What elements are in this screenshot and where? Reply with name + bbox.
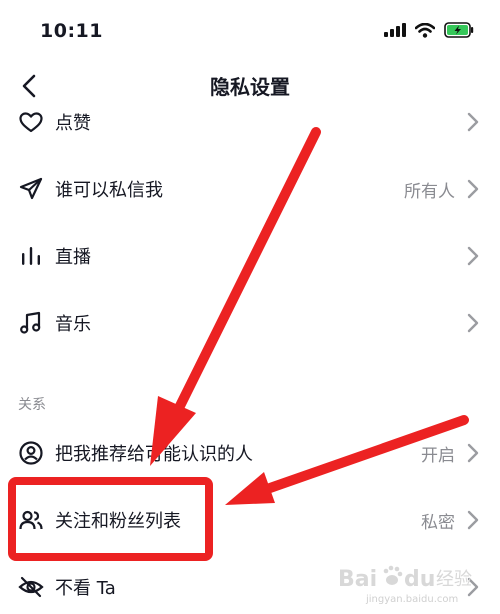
setting-row-following-followers[interactable]: 关注和粉丝列表 私密 — [0, 491, 500, 547]
section-header-relations: 关系 — [18, 397, 46, 413]
setting-value: 私密 — [421, 513, 455, 533]
chevron-right-icon — [467, 179, 479, 199]
setting-label: 谁可以私信我 — [55, 180, 163, 201]
chevron-right-icon — [467, 443, 479, 463]
send-icon — [19, 177, 43, 200]
chevron-right-icon — [467, 246, 479, 266]
chevron-right-icon — [467, 577, 479, 597]
setting-label: 把我推荐给可能认识的人 — [55, 444, 253, 465]
chevron-right-icon — [467, 510, 479, 530]
status-time: 10:11 — [40, 20, 103, 42]
signal-icon — [384, 23, 406, 37]
setting-row-likes[interactable]: 点赞 — [0, 93, 500, 149]
setting-value: 所有人 — [404, 182, 455, 202]
chevron-right-icon — [467, 112, 479, 132]
wifi-icon — [415, 22, 435, 38]
live-bars-icon — [22, 247, 40, 265]
setting-row-direct-messages[interactable]: 谁可以私信我 所有人 — [0, 160, 500, 216]
setting-row-live[interactable]: 直播 — [0, 227, 500, 283]
setting-row-music[interactable]: 音乐 — [0, 294, 500, 350]
setting-row-hide-from[interactable]: 不看 Ta — [0, 558, 500, 614]
users-icon — [19, 510, 43, 530]
setting-label: 关注和粉丝列表 — [55, 511, 181, 532]
status-icons — [384, 22, 474, 38]
setting-value: 开启 — [421, 446, 455, 466]
setting-label: 直播 — [55, 247, 91, 268]
chevron-right-icon — [467, 313, 479, 333]
user-circle-icon — [19, 441, 43, 465]
battery-charging-icon — [444, 22, 474, 38]
heart-icon — [19, 112, 43, 133]
status-bar: 10:11 — [0, 0, 500, 60]
eye-off-icon — [18, 576, 44, 598]
music-note-icon — [20, 311, 41, 334]
setting-label: 不看 Ta — [55, 578, 116, 599]
setting-row-recommend-me[interactable]: 把我推荐给可能认识的人 开启 — [0, 424, 500, 480]
setting-label: 点赞 — [55, 113, 91, 134]
setting-label: 音乐 — [55, 314, 91, 335]
